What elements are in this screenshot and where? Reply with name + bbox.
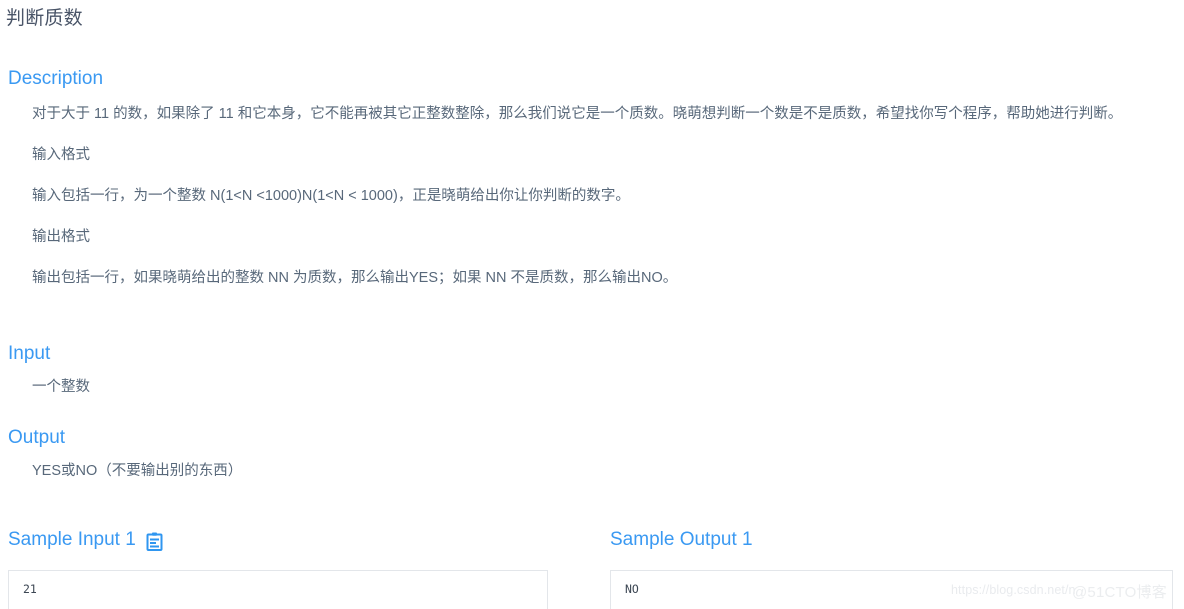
sample-output-header: Sample Output 1 xyxy=(610,527,1184,553)
output-body: YES或NO（不要输出别的东西） xyxy=(0,459,1184,484)
problem-page: 判断质数 Description 对于大于 11 的数，如果除了 11 和它本身… xyxy=(0,0,1184,609)
sample-output-value: NO xyxy=(625,582,639,596)
samples-row: Sample Input 1 21 Sample Output 1 NO xyxy=(0,527,1184,609)
description-body: 对于大于 11 的数，如果除了 11 和它本身，它不能再被其它正整数整除，那么我… xyxy=(0,102,1184,291)
sample-input-value: 21 xyxy=(23,582,37,596)
output-heading: Output xyxy=(8,427,66,448)
description-section: Description 对于大于 11 的数，如果除了 11 和它本身，它不能再… xyxy=(0,68,1184,291)
output-description-text: YES或NO（不要输出别的东西） xyxy=(32,462,243,479)
input-format-label: 输入格式 xyxy=(32,146,90,163)
input-section: Input 一个整数 xyxy=(0,343,1184,400)
output-format-text: 输出包括一行，如果晓萌给出的整数 NN 为质数，那么输出YES；如果 NN 不是… xyxy=(32,269,678,286)
sample-input-column: Sample Input 1 21 xyxy=(0,527,600,609)
description-heading: Description xyxy=(8,68,104,89)
output-format-label: 输出格式 xyxy=(32,228,90,245)
sample-input-header: Sample Input 1 xyxy=(8,527,600,553)
sample-output-title: Sample Output 1 xyxy=(610,529,753,550)
description-paragraph: 对于大于 11 的数，如果除了 11 和它本身，它不能再被其它正整数整除，那么我… xyxy=(32,105,1123,122)
sample-output-column: Sample Output 1 NO xyxy=(600,527,1184,609)
page-title: 判断质数 xyxy=(6,8,83,29)
sample-input-title: Sample Input 1 xyxy=(8,529,136,550)
input-format-text: 输入包括一行，为一个整数 N(1<N <1000)N(1<N < 1000)，正… xyxy=(32,187,630,204)
input-heading: Input xyxy=(8,343,51,364)
output-section: Output YES或NO（不要输出别的东西） xyxy=(0,427,1184,484)
sample-input-value-box[interactable]: 21 xyxy=(8,570,548,609)
input-body: 一个整数 xyxy=(0,375,1184,400)
input-description-text: 一个整数 xyxy=(32,378,90,395)
sample-output-value-box[interactable]: NO xyxy=(610,570,1173,609)
clipboard-copy-icon[interactable] xyxy=(146,532,163,551)
